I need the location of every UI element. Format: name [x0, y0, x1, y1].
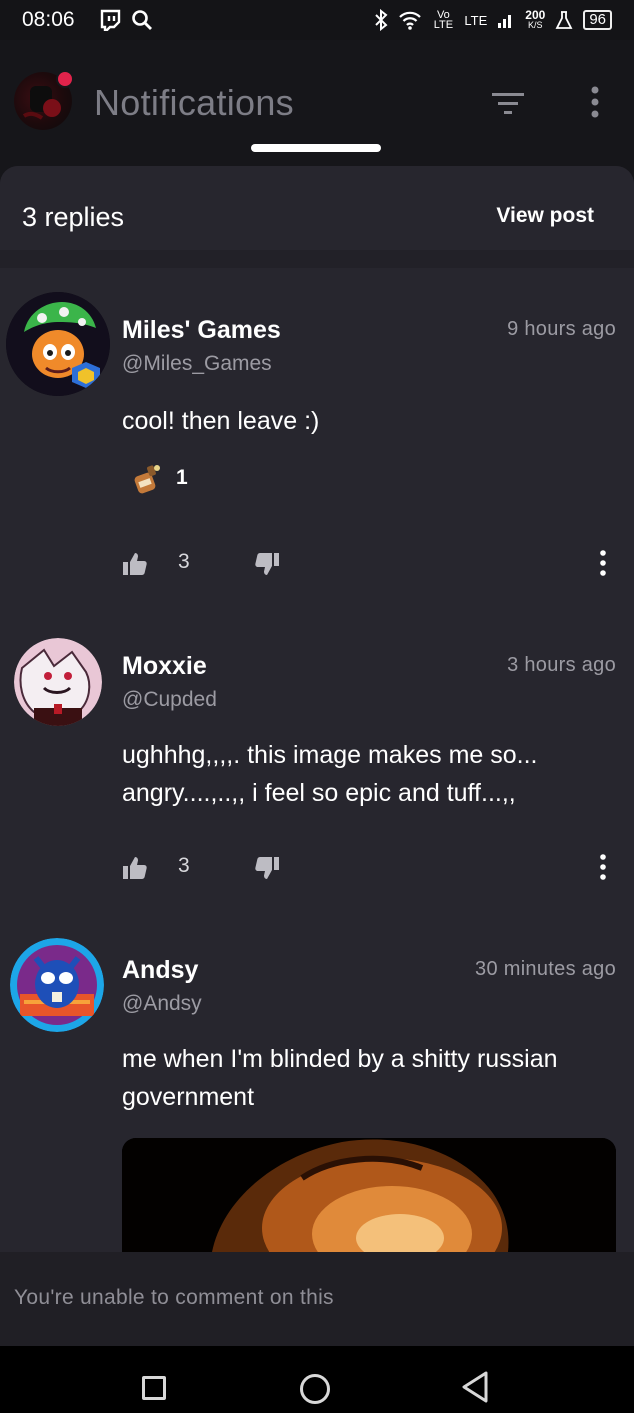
home-button[interactable] [300, 1374, 330, 1404]
avatar[interactable] [10, 938, 104, 1032]
thumbs-down-icon[interactable] [254, 856, 280, 880]
comment-item: Moxxie @Cupded 3 hours ago ughhhg,,,,. t… [0, 634, 634, 894]
comment-author-name[interactable]: Miles' Games [122, 316, 281, 345]
status-time: 08:06 [22, 8, 75, 31]
comment-attached-image[interactable] [122, 1138, 616, 1252]
comment-author-name[interactable]: Moxxie [122, 652, 207, 681]
comment-timestamp: 30 minutes ago [475, 958, 616, 980]
thumbs-down-icon[interactable] [254, 552, 280, 576]
attached-image-content [122, 1138, 616, 1252]
recents-button[interactable] [142, 1376, 166, 1400]
volte-indicator: Vo LTE [433, 9, 454, 31]
avatar[interactable] [14, 638, 102, 726]
comment-author-handle[interactable]: @Cupded [122, 688, 217, 712]
comment-text: cool! then leave :) [122, 407, 320, 435]
view-post-button[interactable]: View post [496, 204, 594, 228]
network-type: LTE [464, 12, 488, 28]
like-count: 3 [178, 550, 190, 573]
replies-sheet: 3 replies View post Miles' Games @Miles_… [0, 166, 634, 1252]
comment-text: ughhhg,,,,. this image makes me so... an… [122, 741, 538, 807]
sheet-header: 3 replies View post [0, 166, 634, 268]
comment-input-disabled: You're unable to comment on this [0, 1252, 634, 1346]
avatar-image [10, 938, 104, 1032]
profile-avatar[interactable] [14, 70, 74, 130]
filter-icon[interactable] [490, 90, 526, 118]
app-bar: Notifications [0, 40, 634, 166]
comment-text: me when I'm blinded by a shitty russian … [122, 1045, 558, 1111]
avatar[interactable] [6, 292, 110, 396]
comment-actions: 3 [122, 850, 616, 890]
avatar-image [14, 638, 102, 726]
status-bar: 08:06 Vo LTE LTE 200 K/S 96 [0, 0, 634, 40]
replies-count: 3 replies [22, 202, 125, 232]
comment-item: Andsy @Andsy 30 minutes ago me when I'm … [0, 934, 634, 1252]
flask-icon [555, 11, 573, 29]
page-title: Notifications [94, 82, 294, 123]
comment-more-icon[interactable] [596, 548, 610, 578]
avatar-image [6, 292, 110, 396]
twitch-icon [100, 9, 120, 31]
bottle-emoji-icon [134, 465, 160, 494]
battery-indicator: 96 [583, 10, 612, 30]
bluetooth-icon [375, 9, 388, 31]
more-vert-icon[interactable] [582, 84, 608, 120]
comment-actions: 3 [122, 546, 616, 586]
thumbs-up-icon[interactable] [122, 856, 148, 880]
sheet-drag-handle[interactable] [251, 144, 381, 152]
comment-timestamp: 3 hours ago [507, 654, 616, 676]
reaction-count: 1 [176, 466, 188, 489]
wifi-icon [399, 11, 422, 30]
comment-timestamp: 9 hours ago [507, 318, 616, 340]
comment-disabled-text: You're unable to comment on this [14, 1286, 334, 1309]
comment-more-icon[interactable] [596, 852, 610, 882]
back-button[interactable] [460, 1370, 490, 1404]
notification-dot [56, 70, 74, 88]
like-count: 3 [178, 854, 190, 877]
search-icon [131, 10, 152, 30]
comment-author-handle[interactable]: @Miles_Games [122, 352, 272, 376]
comment-author-name[interactable]: Andsy [122, 956, 198, 985]
comment-item: Miles' Games @Miles_Games 9 hours ago co… [0, 286, 634, 596]
signal-icon [498, 15, 512, 28]
comment-author-handle[interactable]: @Andsy [122, 992, 202, 1016]
system-navigation-bar [0, 1346, 634, 1413]
thumbs-up-icon[interactable] [122, 552, 148, 576]
network-speed: 200 K/S [525, 8, 546, 30]
